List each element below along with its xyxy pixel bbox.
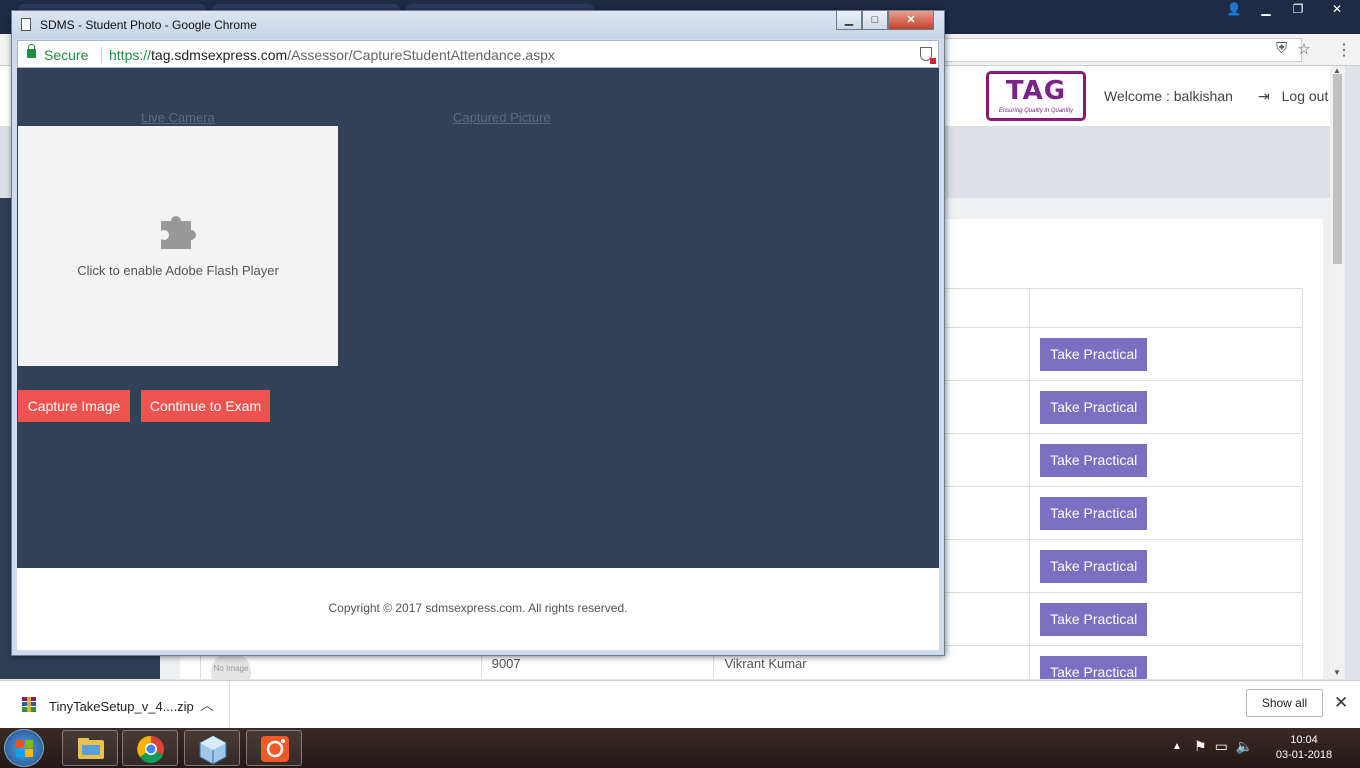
download-item[interactable]: TinyTakeSetup_v_4....zip ︿	[0, 681, 230, 729]
maximize-button[interactable]: □	[862, 11, 888, 30]
windows-taskbar: ▲ ⚑ ▭ 🔈 10:04 03-01-2018	[0, 728, 1360, 768]
scrollbar-thumb[interactable]	[1333, 74, 1342, 264]
background-window-controls: 👤 ▁ ❐ ✕	[1218, 0, 1360, 20]
system-tray: ⚑ ▭ 🔈	[1194, 738, 1253, 755]
tag-logo[interactable]: TAG Ensuring Quality in Quantity	[986, 71, 1086, 121]
taskbar-app-cube[interactable]	[184, 730, 240, 766]
continue-to-exam-button[interactable]: Continue to Exam	[141, 390, 270, 422]
popup-page: Live Camera Captured Picture Click to en…	[17, 68, 939, 650]
bookmark-star-icon[interactable]: ☆	[1297, 40, 1310, 58]
taskbar-file-explorer[interactable]	[62, 730, 118, 766]
download-bar: TinyTakeSetup_v_4....zip ︿ Show all ✕	[0, 680, 1360, 729]
blocked-content-shield-icon[interactable]	[920, 47, 936, 64]
address-separator	[101, 47, 102, 63]
logout-icon: ⇥	[1258, 88, 1270, 104]
take-practical-button[interactable]: Take Practical	[1040, 443, 1148, 477]
take-practical-button[interactable]: Take Practical	[1040, 602, 1148, 636]
start-button[interactable]	[4, 729, 44, 767]
chrome-icon	[137, 735, 164, 764]
taskbar-screen-recorder[interactable]	[246, 730, 302, 766]
download-file-name: TinyTakeSetup_v_4....zip	[49, 699, 194, 714]
live-camera-link[interactable]: Live Camera	[141, 110, 215, 125]
page-scrollbar[interactable]: ▲ ▼	[1330, 66, 1345, 679]
volume-icon[interactable]: 🔈	[1236, 738, 1253, 755]
logout-label: Log out	[1281, 88, 1329, 104]
plugin-puzzle-icon	[161, 216, 196, 249]
clock-time: 10:04	[1290, 734, 1318, 746]
taskbar-chrome[interactable]	[122, 730, 178, 766]
network-icon[interactable]: ▭	[1215, 738, 1228, 755]
take-practical-button[interactable]: Take Practical	[1040, 655, 1148, 679]
capture-image-button[interactable]: Capture Image	[18, 390, 130, 422]
winrar-archive-icon	[22, 697, 36, 712]
clock-date: 03-01-2018	[1275, 749, 1333, 761]
lock-icon	[27, 44, 36, 58]
page-footer: Copyright © 2017 sdmsexpress.com. All ri…	[17, 568, 939, 650]
minimize-icon[interactable]: ▁	[1250, 0, 1282, 20]
chrome-menu-icon[interactable]: ⋮	[1336, 40, 1352, 60]
page-document-icon	[21, 18, 31, 31]
taskbar-clock[interactable]: 10:04 03-01-2018	[1262, 733, 1346, 763]
flash-message: Click to enable Adobe Flash Player	[77, 263, 279, 278]
close-icon[interactable]: ✕	[1314, 0, 1360, 20]
security-shield-icon[interactable]: ⛨	[1276, 40, 1287, 58]
take-practical-button[interactable]: Take Practical	[1040, 337, 1148, 371]
user-icon[interactable]: 👤	[1218, 0, 1250, 20]
copyright-text: Copyright © 2017 sdmsexpress.com. All ri…	[328, 601, 628, 615]
url-path: /Assessor/CaptureStudentAttendance.aspx	[287, 47, 555, 63]
popup-title: SDMS - Student Photo - Google Chrome	[40, 18, 257, 32]
minimize-button[interactable]: ▁	[836, 11, 862, 30]
url-text[interactable]: https://tag.sdmsexpress.com/Assessor/Cap…	[109, 47, 555, 63]
student-photo-popup-window: SDMS - Student Photo - Google Chrome ▁ □…	[11, 10, 945, 656]
welcome-text: Welcome : balkishan	[1104, 88, 1233, 104]
url-scheme: https://	[109, 47, 152, 63]
secure-label: Secure	[44, 47, 89, 63]
windows-logo-icon	[16, 740, 33, 757]
file-explorer-icon	[78, 738, 104, 759]
logout-link[interactable]: ⇥ Log out	[1258, 88, 1328, 105]
logo-tagline: Ensuring Quality in Quantity	[998, 108, 1074, 114]
background-address-bar[interactable]	[940, 38, 1302, 62]
background-omnibox-icons: ⛨ ☆	[1276, 40, 1311, 58]
screen-recorder-icon	[261, 736, 289, 762]
captured-picture-link[interactable]: Captured Picture	[453, 110, 551, 125]
show-all-button[interactable]: Show all	[1246, 689, 1323, 717]
no-image-avatar: No Image	[211, 652, 251, 679]
close-button[interactable]: ✕	[888, 11, 934, 30]
popup-title-bar[interactable]: SDMS - Student Photo - Google Chrome ▁ □…	[12, 11, 944, 39]
take-practical-button[interactable]: Take Practical	[1040, 496, 1148, 530]
app-cube-icon	[199, 735, 227, 765]
take-practical-button[interactable]: Take Practical	[1040, 390, 1148, 424]
scroll-down-icon[interactable]: ▼	[1333, 668, 1341, 677]
popup-address-bar[interactable]: Secure https://tag.sdmsexpress.com/Asses…	[17, 40, 939, 68]
action-center-flag-icon[interactable]: ⚑	[1194, 738, 1207, 755]
show-hidden-icons[interactable]: ▲	[1172, 741, 1182, 752]
popup-window-controls: ▁ □ ✕	[836, 11, 934, 30]
chevron-up-icon[interactable]: ︿	[200, 695, 214, 715]
restore-icon[interactable]: ❐	[1282, 0, 1314, 20]
flash-player-placeholder[interactable]: Click to enable Adobe Flash Player	[18, 126, 338, 366]
logo-text: TAG	[1005, 76, 1067, 106]
close-download-bar-icon[interactable]: ✕	[1334, 693, 1348, 713]
take-practical-button[interactable]: Take Practical	[1040, 549, 1148, 583]
url-host: tag.sdmsexpress.com	[151, 47, 288, 63]
